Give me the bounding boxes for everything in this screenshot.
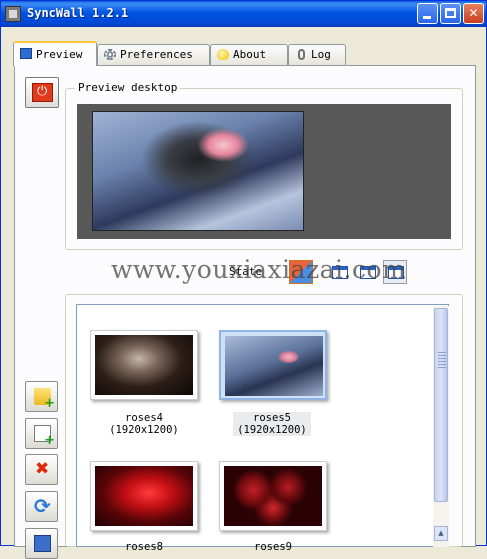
wallpaper-name: roses4 xyxy=(125,412,163,424)
list-scrollbar[interactable]: ▲ xyxy=(433,306,449,547)
thumbnail-image xyxy=(225,336,323,396)
folder-add-icon xyxy=(34,388,55,411)
add-file-button[interactable] xyxy=(25,418,58,449)
syncwall-window: SyncWall 1.2.1 ✕ Preview Preferences Abo… xyxy=(0,0,487,559)
tab-about-label: About xyxy=(233,48,267,61)
refresh-button[interactable] xyxy=(25,491,58,522)
watermark: www.youxiaxiazai.com xyxy=(111,255,407,284)
export-button[interactable] xyxy=(25,528,58,559)
close-icon: ✕ xyxy=(468,6,479,20)
tab-log-label: Log xyxy=(311,48,331,61)
delete-icon xyxy=(34,459,51,479)
title-bar[interactable]: SyncWall 1.2.1 ✕ xyxy=(1,1,486,27)
minimize-icon xyxy=(423,16,431,19)
wallpaper-thumbnail[interactable] xyxy=(90,330,198,400)
wallpaper-resolution: (1920x1200) xyxy=(109,424,179,436)
app-icon[interactable] xyxy=(5,6,21,22)
file-add-icon xyxy=(34,425,55,448)
wallpaper-caption: roses9 xyxy=(213,541,333,553)
wallpaper-thumbnail-selected[interactable] xyxy=(219,330,327,400)
gear-icon xyxy=(104,49,116,60)
power-button[interactable] xyxy=(25,77,59,108)
monitor-icon xyxy=(20,48,32,59)
wallpaper-name: roses5 xyxy=(253,412,291,424)
preview-desktop-label: Preview desktop xyxy=(75,81,181,94)
bulb-icon xyxy=(217,49,229,60)
paperclip-icon xyxy=(298,49,305,60)
wallpaper-preview-image xyxy=(92,111,304,231)
minimize-button[interactable] xyxy=(417,3,438,24)
thumbnail-image xyxy=(95,466,193,526)
tab-about[interactable]: About xyxy=(210,44,288,65)
wallpaper-resolution: (1920x1200) xyxy=(237,424,307,436)
window-title: SyncWall 1.2.1 xyxy=(27,6,129,20)
scroll-up-button[interactable]: ▲ xyxy=(434,526,448,541)
tab-preview-label: Preview xyxy=(36,48,83,61)
tab-log[interactable]: Log xyxy=(288,44,346,65)
wallpaper-name: roses9 xyxy=(254,541,292,553)
grip-icon xyxy=(438,352,446,369)
wallpaper-thumbnail[interactable] xyxy=(219,461,327,531)
power-icon xyxy=(32,83,53,102)
maximize-icon xyxy=(445,8,456,18)
thumbnail-image xyxy=(95,335,193,395)
tab-preferences[interactable]: Preferences xyxy=(97,44,210,65)
delete-button[interactable] xyxy=(25,454,58,485)
add-folder-button[interactable] xyxy=(25,381,58,412)
tab-preferences-label: Preferences xyxy=(120,48,193,61)
scrollbar-thumb[interactable] xyxy=(434,308,448,502)
thumbnail-image xyxy=(224,466,322,526)
maximize-button[interactable] xyxy=(440,3,461,24)
tab-preview[interactable]: Preview xyxy=(13,41,97,66)
wallpaper-thumbnail[interactable] xyxy=(90,461,198,531)
wallpaper-caption: roses4 (1920x1200) xyxy=(84,412,204,436)
wallpaper-caption-selected: roses5 (1920x1200) xyxy=(233,412,311,436)
export-icon xyxy=(34,535,51,552)
wallpaper-name: roses8 xyxy=(125,541,163,553)
refresh-icon xyxy=(34,494,51,518)
close-button[interactable]: ✕ xyxy=(463,3,484,24)
wallpaper-caption: roses8 xyxy=(84,541,204,553)
